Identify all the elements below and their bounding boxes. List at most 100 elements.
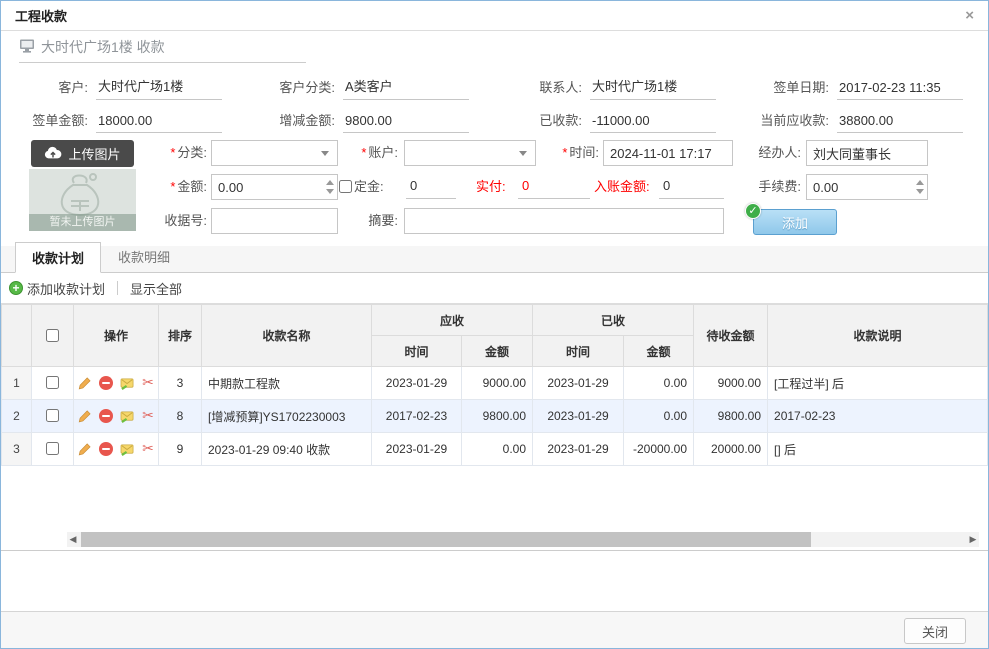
spin-up-icon[interactable] [326, 180, 334, 185]
operator-input[interactable] [807, 141, 927, 165]
deposit-value: 0 [406, 175, 456, 199]
money-receive-icon[interactable] [120, 376, 135, 391]
cell-note: 2017-02-23 [768, 400, 988, 433]
remove-icon[interactable] [99, 442, 113, 457]
upload-image-button[interactable]: 上传图片 [31, 140, 134, 167]
info-label: 已收款: [495, 110, 590, 133]
spinner-arrows[interactable] [323, 175, 337, 199]
cell-paid-amount: -20000.00 [624, 433, 694, 466]
tab-payment-plan[interactable]: 收款计划 [15, 242, 101, 273]
credited-label: 入账金额: [594, 174, 650, 200]
row-checkbox[interactable] [46, 442, 59, 455]
spin-up-icon[interactable] [916, 180, 924, 185]
scissors-icon[interactable]: ✂ [142, 409, 154, 424]
add-plan-label: 添加收款计划 [27, 279, 105, 298]
fee-input[interactable] [807, 175, 913, 199]
info-label: 联系人: [495, 77, 590, 100]
subheader-text: 大时代广场1楼 收款 [41, 37, 165, 57]
horizontal-scrollbar[interactable]: ◀ ▶ [67, 532, 979, 547]
table-row[interactable]: 3 ✂ 9 2023-01-29 09:40 收款 2023-01-29 0.0… [2, 433, 988, 466]
spinner-arrows[interactable] [913, 175, 927, 199]
spin-down-icon[interactable] [916, 189, 924, 194]
time-input[interactable] [604, 141, 732, 165]
remove-icon[interactable] [99, 376, 113, 391]
payment-entry-form: 上传图片 暂未上传图片 *分类: *账户: *时间: 经办人: *金额: [1, 133, 988, 244]
time-field-box [603, 140, 733, 166]
dialog-footer: 关闭 [1, 611, 988, 648]
check-badge-icon: ✓ [745, 203, 761, 219]
close-icon[interactable]: × [965, 8, 974, 23]
select-all-header [32, 305, 74, 367]
account-select[interactable] [404, 140, 536, 166]
cell-recv-amount: 0.00 [462, 433, 533, 466]
paid-value: 0 [518, 175, 590, 199]
cell-name: 中期款工程款 [202, 367, 372, 400]
add-plan-button[interactable]: + 添加收款计划 [9, 279, 105, 298]
rownum-header [2, 305, 32, 367]
cell-paid-time: 2023-01-29 [533, 400, 624, 433]
cell-name: [增减预算]YS1702230003 [202, 400, 372, 433]
receipt-input[interactable] [212, 209, 337, 233]
info-value: 18000.00 [96, 113, 222, 133]
cell-note: [工程过半] 后 [768, 367, 988, 400]
operator-label: 经办人: [741, 140, 801, 166]
cell-order: 9 [159, 433, 202, 466]
operator-field-box [806, 140, 928, 166]
info-label: 签单日期: [742, 77, 837, 100]
info-label: 客户: [1, 77, 96, 100]
scissors-icon[interactable]: ✂ [142, 376, 154, 391]
add-payment-button[interactable]: 添加 [753, 209, 837, 235]
amount-label: *金额: [149, 174, 207, 200]
scroll-left-icon[interactable]: ◀ [67, 535, 79, 545]
row-checkbox[interactable] [46, 376, 59, 389]
payment-plan-table-region: 操作 排序 收款名称 应收 已收 待收金额 收款说明 时间 金额 时间 金额 1 [1, 304, 988, 551]
fee-spinner [806, 174, 928, 200]
info-adjust-amount: 增减金额: 9800.00 [248, 100, 495, 133]
scissors-icon[interactable]: ✂ [142, 442, 154, 457]
summary-input[interactable] [405, 209, 723, 233]
edit-pencil-icon[interactable] [78, 409, 92, 424]
col-order: 排序 [159, 305, 202, 367]
cell-recv-time: 2017-02-23 [372, 400, 462, 433]
scrollbar-thumb[interactable] [81, 532, 811, 547]
info-customer-category: 客户分类: A类客户 [248, 67, 495, 100]
info-label: 签单金额: [1, 110, 96, 133]
info-value: 大时代广场1楼 [96, 76, 222, 100]
table-row[interactable]: 1 ✂ 3 中期款工程款 2023-01-29 9000.00 2023-01-… [2, 367, 988, 400]
cell-order: 8 [159, 400, 202, 433]
row-checkbox[interactable] [46, 409, 59, 422]
plus-icon: + [9, 281, 23, 295]
col-group-receivable: 应收 [372, 305, 533, 336]
tab-payment-detail[interactable]: 收款明细 [101, 241, 187, 272]
spin-down-icon[interactable] [326, 189, 334, 194]
table-row[interactable]: 2 ✂ 8 [增减预算]YS1702230003 2017-02-23 9800… [2, 400, 988, 433]
cell-order: 3 [159, 367, 202, 400]
close-button[interactable]: 关闭 [904, 618, 966, 644]
info-sign-date: 签单日期: 2017-02-23 11:35 [742, 67, 989, 100]
col-received-amount: 金额 [624, 336, 694, 367]
money-receive-icon[interactable] [120, 409, 135, 424]
info-label: 当前应收款: [742, 110, 837, 133]
remove-icon[interactable] [99, 409, 113, 424]
edit-pencil-icon[interactable] [78, 442, 92, 457]
category-select[interactable] [211, 140, 338, 166]
col-receivable-time: 时间 [372, 336, 462, 367]
deposit-checkbox[interactable] [339, 180, 352, 193]
upload-button-label: 上传图片 [68, 144, 120, 163]
edit-pencil-icon[interactable] [78, 376, 92, 391]
tab-bar: 收款计划 收款明细 [1, 246, 988, 273]
row-number: 1 [2, 367, 32, 400]
money-receive-icon[interactable] [120, 442, 135, 457]
receipt-label: 收据号: [149, 208, 207, 234]
upload-preview[interactable]: 暂未上传图片 [29, 169, 136, 231]
scroll-right-icon[interactable]: ▶ [967, 535, 979, 545]
select-all-checkbox[interactable] [46, 329, 59, 342]
category-label: *分类: [149, 140, 207, 166]
amount-input[interactable] [212, 175, 323, 199]
chevron-down-icon [321, 151, 329, 156]
subheader: 大时代广场1楼 收款 [1, 31, 988, 61]
summary-field-box [404, 208, 724, 234]
show-all-button[interactable]: 显示全部 [130, 279, 182, 298]
cell-recv-time: 2023-01-29 [372, 433, 462, 466]
row-number: 3 [2, 433, 32, 466]
